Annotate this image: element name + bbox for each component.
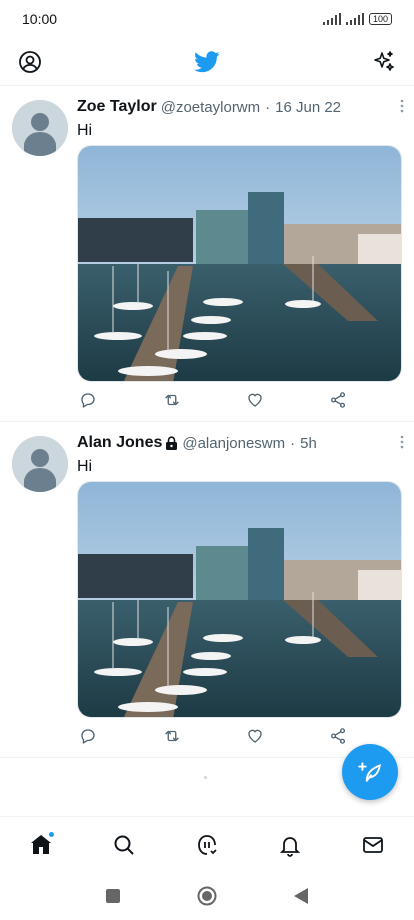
status-icons: 100 <box>322 13 392 25</box>
reply-icon[interactable] <box>79 391 97 409</box>
avatar[interactable] <box>12 436 68 492</box>
messages-icon <box>362 836 383 853</box>
tweet-header: Alan Jones @alanjoneswm · 5h <box>77 432 402 454</box>
more-options-icon[interactable] <box>399 98 405 114</box>
separator-dot: · <box>265 98 271 116</box>
avatar[interactable] <box>12 100 68 156</box>
default-avatar-icon <box>12 436 68 492</box>
tweet-text: Hi <box>77 122 93 139</box>
sparkle-icon <box>374 50 394 71</box>
tweet-actions <box>77 727 347 745</box>
tweet-timestamp[interactable]: 5h <box>300 435 317 452</box>
bottom-tab-bar <box>0 816 414 872</box>
signal-icon <box>345 13 364 25</box>
harbor-photo <box>78 482 401 717</box>
new-content-badge <box>48 830 56 838</box>
author-handle[interactable]: @zoetaylorwm <box>161 99 260 116</box>
home-timeline[interactable]: Zoe Taylor @zoetaylorwm · 16 Jun 22 Hi A… <box>0 86 414 758</box>
twitter-logo[interactable] <box>193 48 221 76</box>
tweet[interactable]: Zoe Taylor @zoetaylorwm · 16 Jun 22 Hi <box>0 86 414 422</box>
lock-icon <box>166 436 178 450</box>
separator-dot: · <box>290 434 296 452</box>
tweet-media-photo[interactable] <box>77 481 402 718</box>
status-bar: 10:00 100 <box>0 0 414 38</box>
twitter-bird-icon <box>194 50 220 72</box>
tweet-actions <box>77 391 347 409</box>
tweet-timestamp[interactable]: 16 Jun 22 <box>275 99 341 116</box>
tweet-media-photo[interactable] <box>77 145 402 382</box>
tweet-text: Hi <box>77 458 93 475</box>
share-icon[interactable] <box>329 391 347 409</box>
tab-messages[interactable] <box>353 825 393 865</box>
search-icon <box>114 835 134 855</box>
signal-icon <box>322 13 341 25</box>
more-options-icon[interactable] <box>399 434 405 450</box>
spaces-icon <box>198 834 217 855</box>
profile-button[interactable] <box>16 48 44 76</box>
status-time: 10:00 <box>22 11 58 27</box>
reply-icon[interactable] <box>79 727 97 745</box>
loading-indicator <box>204 776 207 779</box>
retweet-icon[interactable] <box>162 391 182 409</box>
default-avatar-icon <box>12 100 68 156</box>
author-name[interactable]: Alan Jones <box>77 434 162 452</box>
author-handle[interactable]: @alanjoneswm <box>182 435 285 452</box>
recents-icon[interactable] <box>105 888 121 904</box>
system-navigation-bar <box>0 872 414 920</box>
top-app-bar <box>0 38 414 86</box>
top-tweets-button[interactable] <box>370 48 398 76</box>
like-icon[interactable] <box>246 391 264 409</box>
tweet[interactable]: Alan Jones @alanjoneswm · 5h Hi <box>0 422 414 758</box>
compose-tweet-button[interactable] <box>342 744 398 800</box>
tab-search[interactable] <box>104 825 144 865</box>
tab-notifications[interactable] <box>270 825 310 865</box>
compose-icon <box>358 762 381 782</box>
retweet-icon[interactable] <box>162 727 182 745</box>
battery-icon: 100 <box>368 13 392 25</box>
home-circle-icon[interactable] <box>197 886 217 906</box>
like-icon[interactable] <box>246 727 264 745</box>
tab-spaces[interactable] <box>187 825 227 865</box>
profile-icon <box>19 50 41 73</box>
back-icon[interactable] <box>293 887 309 905</box>
tab-home[interactable] <box>21 825 61 865</box>
tweet-header: Zoe Taylor @zoetaylorwm · 16 Jun 22 <box>77 96 402 118</box>
harbor-photo <box>78 146 401 381</box>
share-icon[interactable] <box>329 727 347 745</box>
tweet-content: Alan Jones @alanjoneswm · 5h Hi <box>77 432 405 744</box>
tweet-content: Zoe Taylor @zoetaylorwm · 16 Jun 22 Hi <box>77 96 405 408</box>
notifications-icon <box>279 836 300 857</box>
author-name[interactable]: Zoe Taylor <box>77 98 157 116</box>
